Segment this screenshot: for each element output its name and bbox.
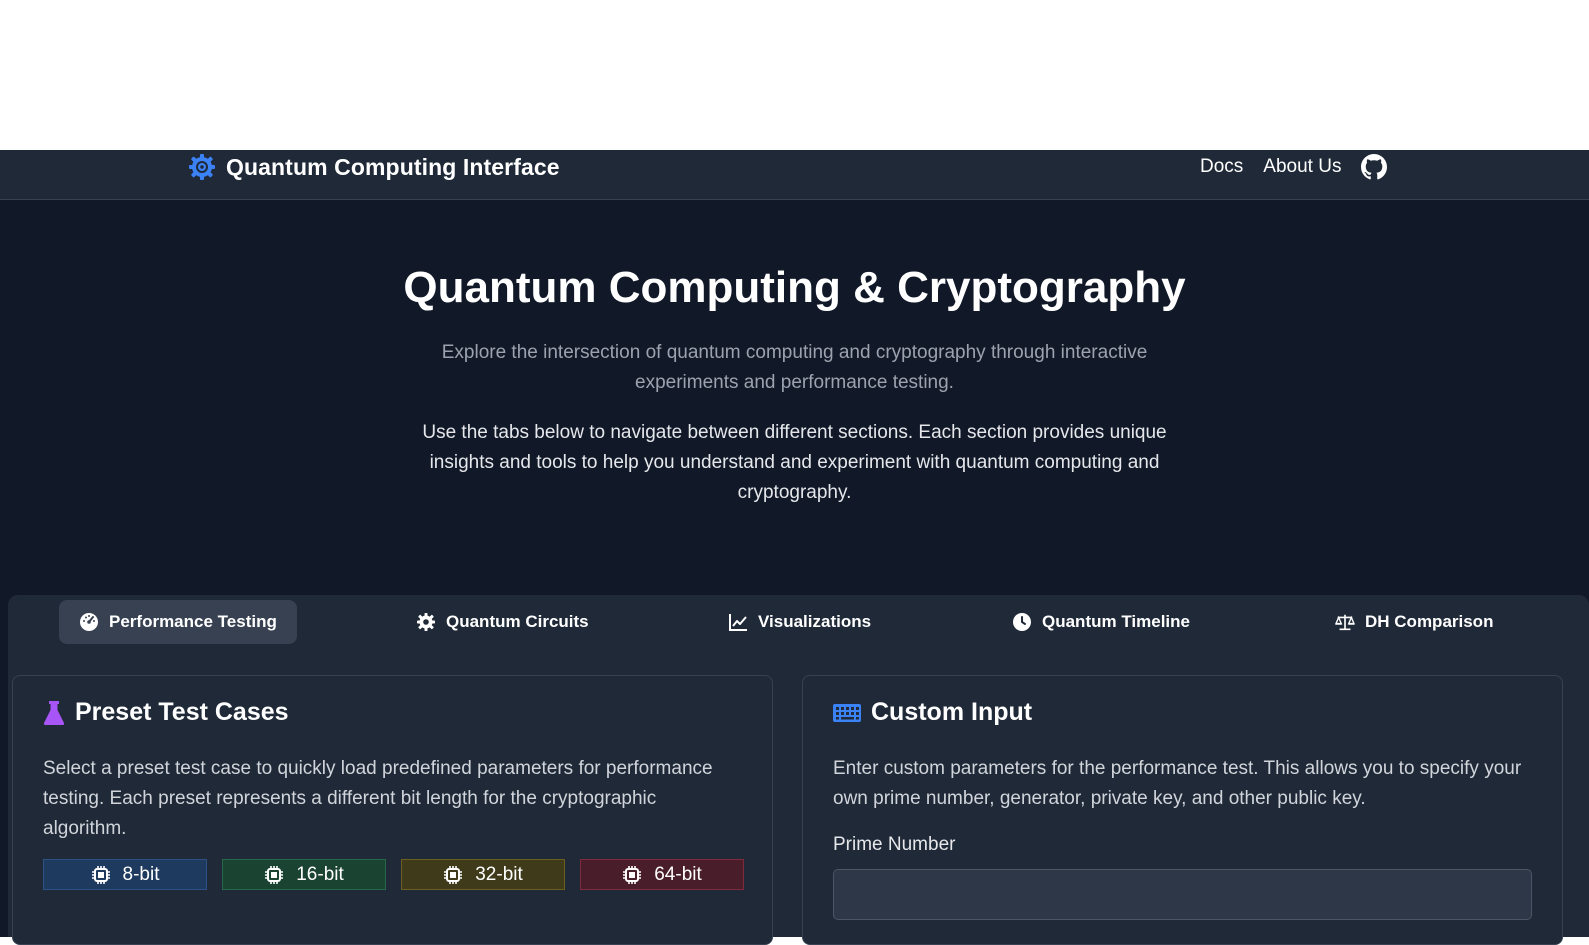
preset-buttons: 8-bit 16-bit 32-bit 64-bit [43, 859, 744, 890]
nav-link-about-us[interactable]: About Us [1263, 156, 1341, 178]
atom-gear-icon [189, 154, 215, 180]
page: Quantum Computing Interface Docs About U… [0, 150, 1589, 945]
tab-label: Quantum Circuits [446, 612, 589, 631]
chip-icon [265, 865, 284, 884]
preset-label: 64-bit [654, 863, 702, 885]
tab-quantum-circuits[interactable]: Quantum Circuits [396, 600, 609, 644]
preset-32-bit-button[interactable]: 32-bit [401, 859, 565, 890]
nav-links: Docs About Us [1200, 150, 1388, 184]
card-description: Enter custom parameters for the performa… [833, 758, 1522, 809]
keyboard-icon [833, 703, 861, 722]
tab-label: DH Comparison [1365, 612, 1494, 631]
tab-label: Quantum Timeline [1042, 612, 1190, 631]
hero-description: Use the tabs below to navigate between d… [422, 422, 1167, 503]
preset-label: 8-bit [122, 863, 160, 885]
card-title: Custom Input [871, 698, 1033, 726]
card-header: Custom Input [833, 698, 1032, 727]
card-title: Preset Test Cases [75, 698, 289, 726]
preset-label: 16-bit [296, 863, 344, 885]
card-header: Preset Test Cases [43, 698, 289, 727]
custom-input-card: Custom Input Enter custom parameters for… [802, 675, 1563, 945]
tab-quantum-timeline[interactable]: Quantum Timeline [992, 600, 1210, 644]
chip-icon [623, 865, 642, 884]
chip-icon [91, 865, 110, 884]
preset-16-bit-button[interactable]: 16-bit [222, 859, 386, 890]
hero: Quantum Computing & Cryptography Explore… [0, 260, 1589, 508]
flask-icon [43, 700, 65, 725]
gear-icon [417, 613, 435, 631]
brand-title: Quantum Computing Interface [226, 153, 560, 180]
tab-label: Visualizations [758, 612, 872, 631]
scale-icon [1335, 614, 1355, 631]
preset-8-bit-button[interactable]: 8-bit [43, 859, 207, 890]
clock-icon [1013, 613, 1031, 631]
preset-test-cases-card: Preset Test Cases Select a preset test c… [12, 675, 773, 945]
tab-dh-comparison[interactable]: DH Comparison [1315, 600, 1513, 644]
preset-64-bit-button[interactable]: 64-bit [580, 859, 744, 890]
tab-bar: Performance Testing Quantum Circuits Vis… [8, 600, 1589, 646]
brand[interactable]: Quantum Computing Interface [188, 150, 560, 184]
prime-number-label: Prime Number [833, 834, 956, 855]
preset-label: 32-bit [475, 863, 523, 885]
card-description: Select a preset test case to quickly loa… [43, 758, 713, 839]
tabs-panel: Performance Testing Quantum Circuits Vis… [8, 595, 1589, 945]
tab-label: Performance Testing [109, 612, 277, 631]
line-chart-icon [729, 614, 747, 631]
tab-performance-testing[interactable]: Performance Testing [59, 600, 297, 644]
hero-title: Quantum Computing & Cryptography [403, 263, 1186, 312]
hero-subtitle: Explore the intersection of quantum comp… [441, 342, 1148, 393]
prime-number-input[interactable] [833, 869, 1532, 920]
tab-visualizations[interactable]: Visualizations [708, 600, 891, 644]
navbar: Quantum Computing Interface Docs About U… [0, 150, 1589, 200]
chip-icon [444, 865, 463, 884]
github-icon[interactable] [1361, 154, 1388, 180]
gauge-icon [80, 613, 98, 631]
nav-link-docs[interactable]: Docs [1200, 156, 1243, 178]
